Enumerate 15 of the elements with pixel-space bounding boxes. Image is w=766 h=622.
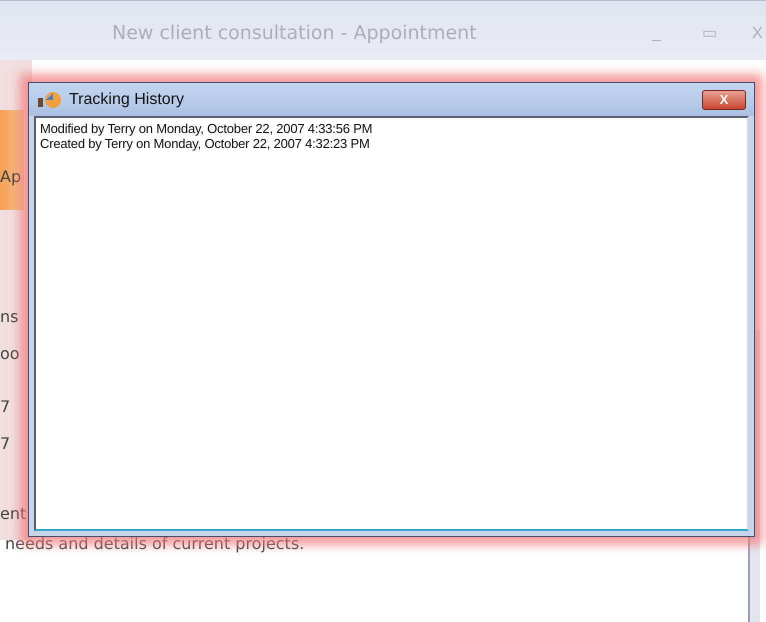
close-button[interactable]: X: [702, 90, 746, 110]
window-title: New client consultation - Appointment: [112, 22, 477, 44]
maximize-button[interactable]: ▭: [702, 22, 717, 46]
dialog-title: Tracking History: [69, 90, 184, 110]
background-text: ent: [0, 503, 28, 525]
note-text: needs and details of current projects.: [5, 533, 304, 555]
background-text: 7: [0, 433, 12, 455]
background-text: 7: [0, 396, 12, 418]
background-text: Ap: [0, 166, 22, 188]
minimize-button[interactable]: _: [652, 22, 661, 46]
background-text: ns: [0, 306, 20, 328]
close-button[interactable]: X: [752, 22, 763, 46]
background-text: oo: [0, 343, 21, 365]
history-entry: Modified by Terry on Monday, October 22, 2007 4:33:56 PM: [40, 121, 374, 136]
history-entry: Created by Terry on Monday, October 22, 2007 4:32:23 PM: [40, 136, 371, 151]
